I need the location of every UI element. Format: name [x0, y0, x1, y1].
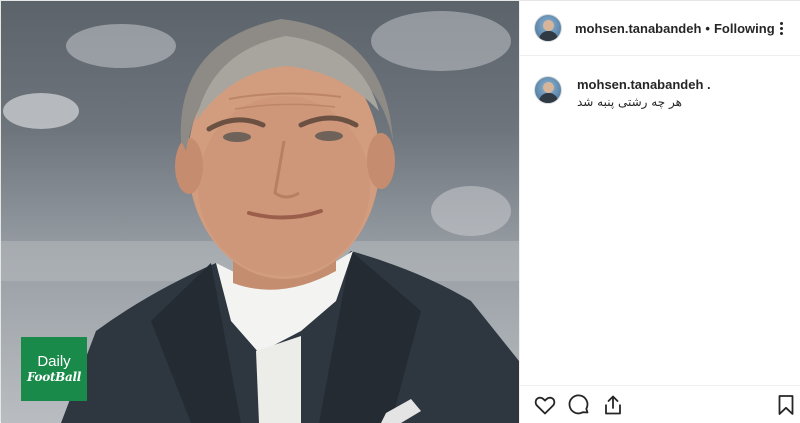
bookmark-icon[interactable]: [774, 393, 798, 417]
following-button[interactable]: Following: [714, 21, 775, 36]
header-separator: •: [705, 20, 710, 36]
share-icon[interactable]: [601, 393, 625, 417]
header-text: mohsen.tanabandeh • Following: [575, 21, 775, 36]
instagram-post: Daily FootBall mohsen.tanabandeh • Followi…: [0, 0, 800, 423]
header-username[interactable]: mohsen.tanabandeh: [575, 21, 701, 36]
daily-football-logo: Daily FootBall: [21, 337, 87, 401]
logo-text-daily: Daily: [37, 353, 71, 370]
comment-icon[interactable]: [567, 393, 591, 417]
action-bar: [520, 385, 800, 423]
caption-text: هر چه رشتی پنبه شد: [577, 95, 682, 109]
caption-avatar[interactable]: [534, 76, 562, 104]
post-photo[interactable]: Daily FootBall: [1, 1, 519, 423]
heart-icon[interactable]: [533, 393, 557, 417]
post-header: mohsen.tanabandeh • Following: [520, 1, 800, 56]
caption-username[interactable]: mohsen.tanabandeh .: [577, 76, 711, 94]
post-side-panel: mohsen.tanabandeh • Following mohsen.tanab…: [519, 1, 800, 423]
avatar[interactable]: [534, 14, 562, 42]
caption-comment: mohsen.tanabandeh . هر چه رشتی پنبه شد: [534, 76, 789, 110]
caption-body: mohsen.tanabandeh . هر چه رشتی پنبه شد: [577, 76, 711, 110]
logo-text-football: FootBall: [26, 370, 82, 384]
more-options-icon[interactable]: [771, 19, 791, 37]
